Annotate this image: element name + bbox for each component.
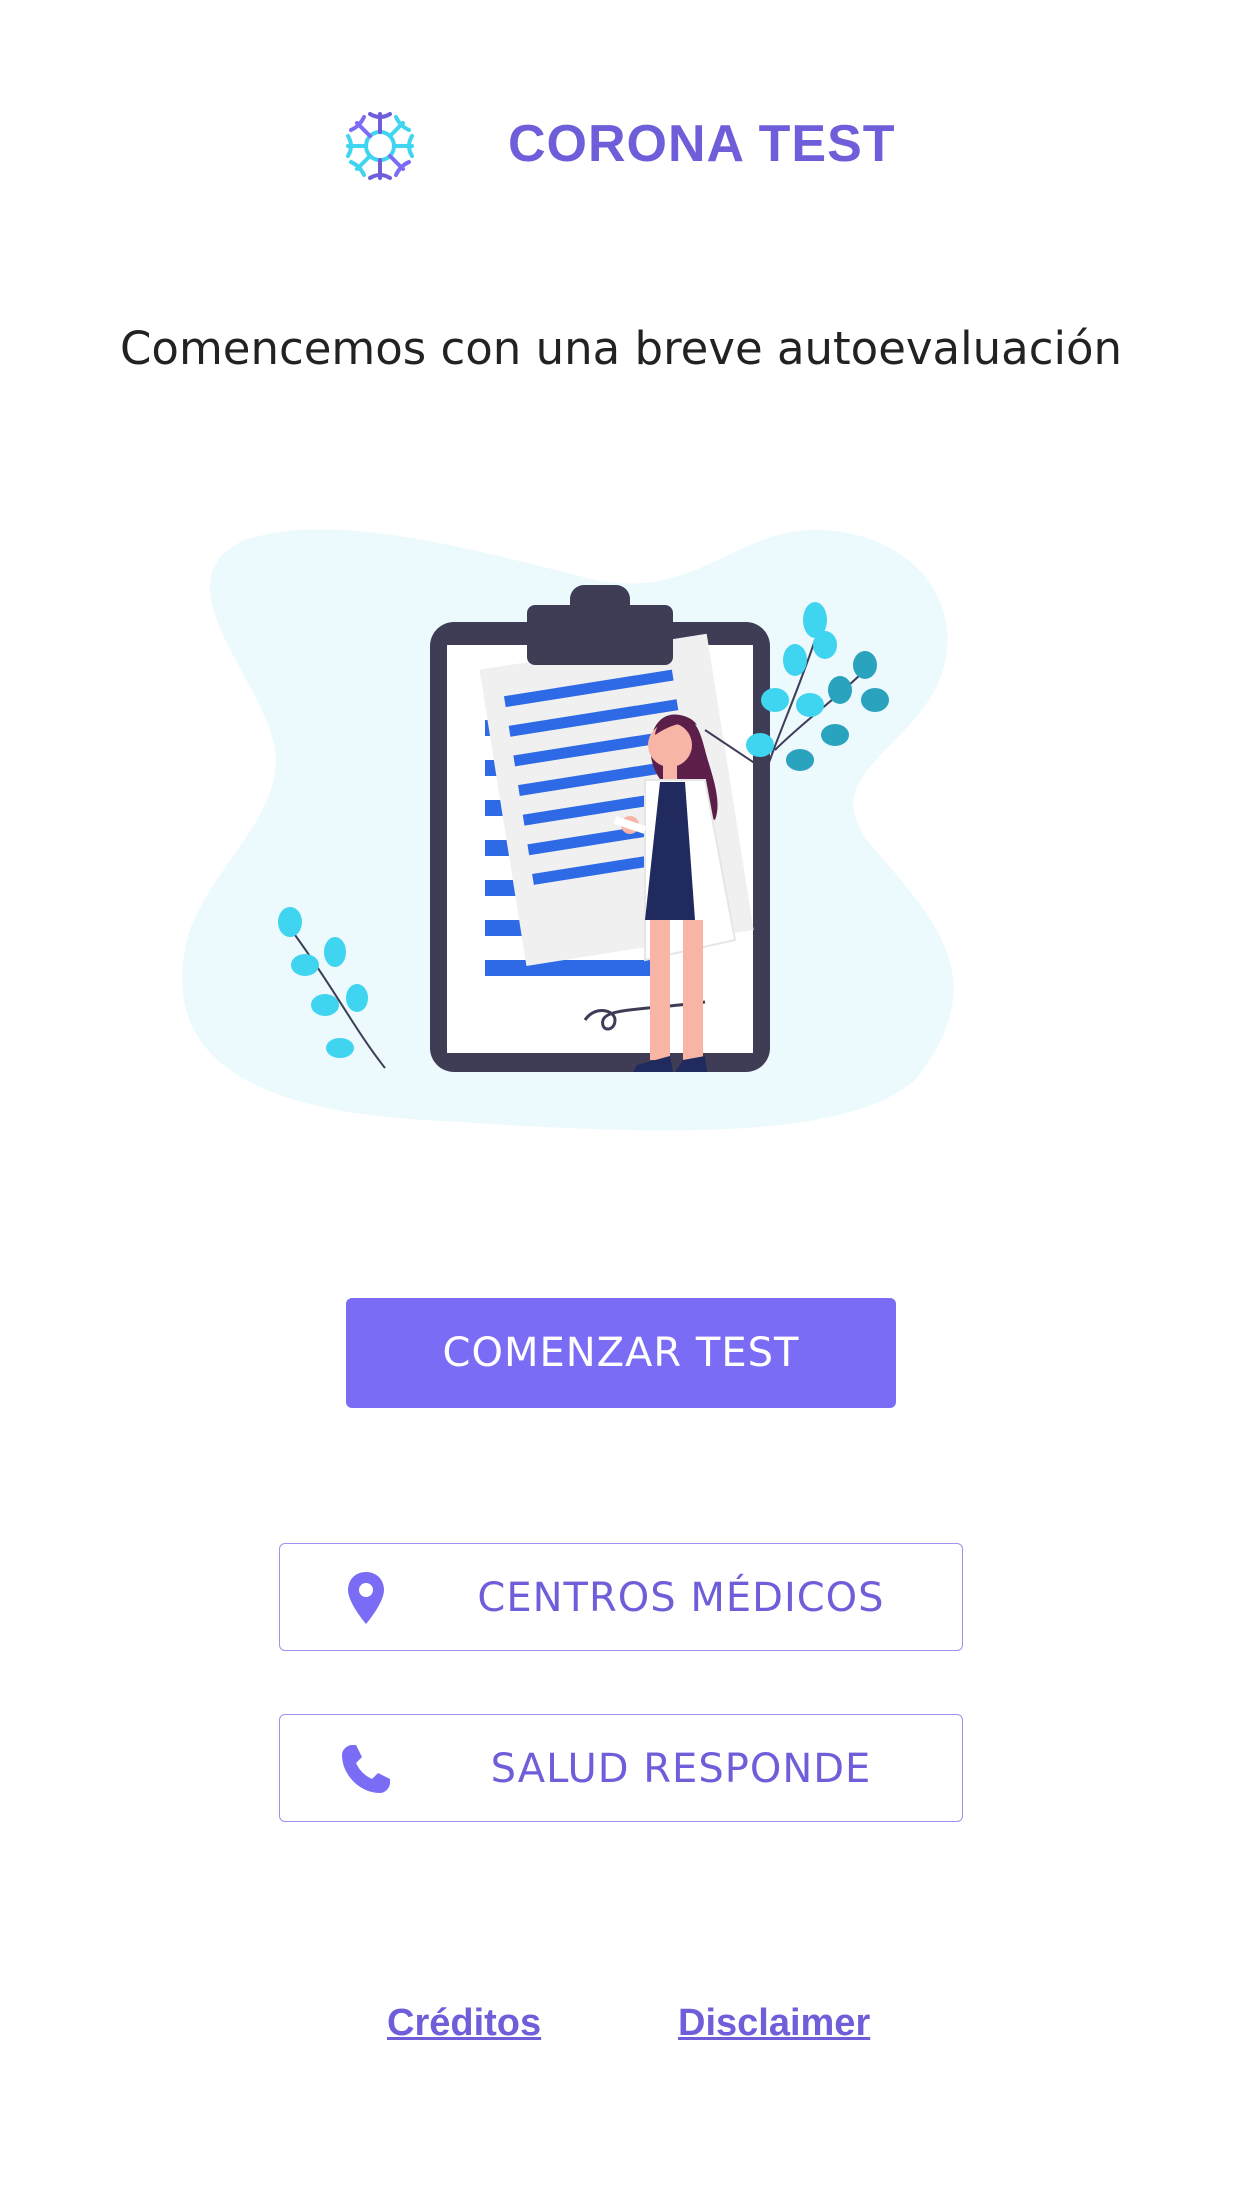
disclaimer-link[interactable]: Disclaimer <box>678 2002 870 2045</box>
location-pin-icon <box>348 1572 384 1624</box>
page-subtitle: Comencemos con una breve autoevaluación <box>120 322 1122 375</box>
medical-centers-button[interactable]: CENTROS MÉDICOS <box>279 1543 963 1651</box>
salud-responde-label: SALUD RESPONDE <box>490 1746 872 1792</box>
medical-centers-label: CENTROS MÉDICOS <box>477 1575 885 1621</box>
credits-link[interactable]: Créditos <box>387 2002 541 2045</box>
start-test-button[interactable]: COMENZAR TEST <box>346 1298 896 1408</box>
doctor-with-clipboard-illustration <box>182 529 954 1131</box>
app-title: CORONA TEST <box>508 115 896 173</box>
salud-responde-button[interactable]: SALUD RESPONDE <box>279 1714 963 1822</box>
app-header: CORONA TEST <box>0 100 1242 200</box>
virus-icon <box>346 112 414 180</box>
phone-icon <box>342 1745 390 1793</box>
